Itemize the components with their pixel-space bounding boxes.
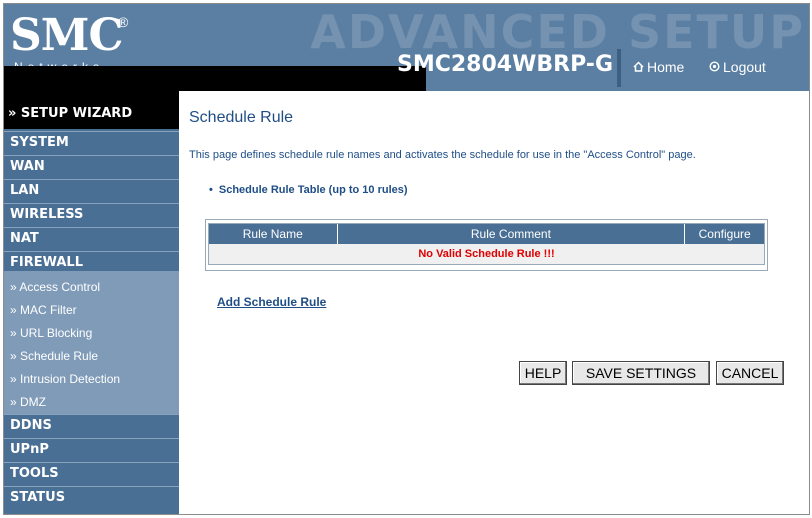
- sidebar-item-status[interactable]: STATUS: [4, 486, 179, 508]
- table-header-row: Rule Name Rule Comment Configure: [209, 224, 764, 244]
- router-admin-window: SMC ® Networks ADVANCED SETUP SMC2804WBR…: [3, 3, 810, 515]
- power-icon: [709, 61, 720, 75]
- sidebar-subitem-url-blocking[interactable]: » URL Blocking: [4, 322, 179, 345]
- sidebar-item-ddns[interactable]: DDNS: [4, 414, 179, 436]
- add-schedule-rule-link[interactable]: Add Schedule Rule: [217, 295, 326, 309]
- sidebar-item-wan[interactable]: WAN: [4, 155, 179, 177]
- header: SMC ® Networks ADVANCED SETUP SMC2804WBR…: [4, 4, 809, 91]
- sidebar-subitem-mac-filter[interactable]: » MAC Filter: [4, 299, 179, 322]
- logout-link[interactable]: Logout: [709, 59, 766, 75]
- page-description: This page defines schedule rule names an…: [189, 149, 696, 161]
- column-header-configure: Configure: [685, 224, 764, 244]
- schedule-rule-table: Rule Name Rule Comment Configure No Vali…: [205, 219, 768, 271]
- top-nav: Home Logout: [617, 49, 809, 87]
- table-inner: Rule Name Rule Comment Configure No Vali…: [208, 223, 765, 265]
- page-title: Schedule Rule: [189, 109, 294, 126]
- home-link[interactable]: Home: [633, 59, 684, 75]
- main-content: Schedule Rule This page defines schedule…: [179, 91, 809, 514]
- sidebar-subitem-dmz[interactable]: » DMZ: [4, 391, 179, 414]
- sidebar-subitem-schedule-rule[interactable]: » Schedule Rule: [4, 345, 179, 368]
- table-caption-text: Schedule Rule Table (up to 10 rules): [218, 184, 408, 196]
- sidebar-item-upnp[interactable]: UPnP: [4, 438, 179, 460]
- sidebar-item-wireless[interactable]: WIRELESS: [4, 203, 179, 225]
- sidebar-item-firewall[interactable]: FIREWALL: [4, 251, 179, 273]
- sidebar-item-setup-wizard[interactable]: » SETUP WIZARD: [4, 91, 179, 129]
- column-header-rule-name: Rule Name: [209, 224, 338, 244]
- bullet-icon: •: [209, 184, 213, 196]
- sidebar-item-nat[interactable]: NAT: [4, 227, 179, 249]
- logout-label: Logout: [723, 59, 766, 75]
- sidebar-item-lan[interactable]: LAN: [4, 179, 179, 201]
- home-icon: [633, 61, 644, 75]
- logo-registered-mark: ®: [118, 14, 129, 30]
- model-strip: SMC2804WBRP-G Home Logout: [4, 49, 809, 91]
- save-settings-button[interactable]: SAVE SETTINGS: [572, 361, 710, 385]
- sidebar-item-system[interactable]: SYSTEM: [4, 131, 179, 153]
- column-header-rule-comment: Rule Comment: [337, 224, 686, 244]
- help-button[interactable]: HELP: [519, 361, 567, 385]
- sidebar-subitem-access-control[interactable]: » Access Control: [4, 276, 179, 299]
- sidebar: » SETUP WIZARD SYSTEM WAN LAN WIRELESS N…: [4, 91, 179, 514]
- home-label: Home: [647, 59, 685, 75]
- model-name: SMC2804WBRP-G: [396, 52, 613, 77]
- table-caption: • Schedule Rule Table (up to 10 rules): [209, 184, 408, 196]
- sidebar-item-tools[interactable]: TOOLS: [4, 462, 179, 484]
- cancel-button[interactable]: CANCEL: [716, 361, 784, 385]
- empty-table-message: No Valid Schedule Rule !!!: [209, 244, 764, 264]
- sidebar-subitem-intrusion-detection[interactable]: » Intrusion Detection: [4, 368, 179, 391]
